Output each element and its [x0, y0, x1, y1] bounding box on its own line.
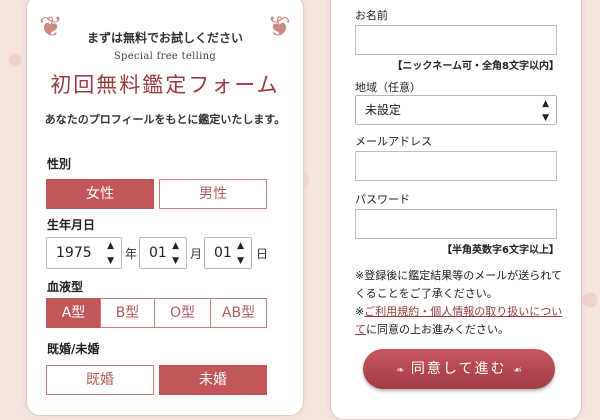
registration-notice: ※登録後に鑑定結果等のメールが送られて くることをご了承ください。 ※ご利用規約… [355, 267, 575, 339]
birth-day-select[interactable]: 01 ▲ ▼ [204, 237, 252, 269]
notice-asterisk: ※ [355, 305, 365, 318]
free-reading-form-panel: ❦ ❦ まずは無料でお試しください Special free telling 初… [26, 0, 304, 416]
password-input[interactable] [355, 209, 557, 239]
day-unit: 日 [256, 247, 269, 261]
promo-heading: まずは無料でお試しください [86, 31, 243, 45]
name-input[interactable] [355, 25, 557, 55]
terms-privacy-link-cont[interactable]: て [355, 323, 366, 336]
ornament-left-icon: ❧ [396, 365, 405, 376]
agree-and-proceed-button[interactable]: ❧ 同意して進む ☙ [363, 349, 555, 389]
region-select[interactable]: 未設定 ▲ ▼ [355, 95, 557, 125]
select-arrows-icon: ▲ ▼ [542, 99, 549, 123]
form-title: 初回無料鑑定フォーム [50, 73, 280, 97]
name-label: お名前 [355, 9, 388, 22]
blood-type-option-o[interactable]: O型 [154, 298, 211, 328]
gender-option-male[interactable]: 男性 [159, 179, 267, 209]
blood-type-option-a[interactable]: A型 [46, 298, 101, 328]
year-unit: 年 [125, 247, 138, 261]
password-note: 【半角英数字6文字以上】 [442, 245, 559, 256]
email-label: メールアドレス [355, 135, 432, 148]
notice-line-2: くることをご了承ください。 [355, 287, 498, 300]
notice-agree-text: に同意の上お進みください。 [366, 323, 509, 336]
select-arrows-icon: ▲ ▼ [237, 241, 244, 266]
gender-option-female[interactable]: 女性 [46, 179, 154, 209]
birth-year-select[interactable]: 1975 ▲ ▼ [46, 237, 122, 269]
notice-line-1: ※登録後に鑑定結果等のメールが送られて [355, 269, 562, 282]
promo-subtitle: Special free telling [113, 51, 217, 62]
marital-status-label: 既婚/未婚 [47, 342, 100, 356]
region-value: 未設定 [365, 103, 402, 117]
gender-label: 性別 [47, 157, 72, 171]
marital-option-single[interactable]: 未婚 [159, 365, 267, 395]
blood-type-label: 血液型 [47, 280, 84, 294]
region-label: 地域（任意） [355, 81, 421, 94]
notice-line-4: てに同意の上お進みください。 [355, 321, 575, 339]
submit-label: 同意して進む [410, 361, 507, 377]
notice-line-3: ※ご利用規約・個人情報の取り扱いについ [355, 303, 575, 321]
registration-form-panel: お名前 【ニックネーム可・全角8文字以内】 地域（任意） 未設定 ▲ ▼ メールア… [330, 0, 582, 420]
email-input[interactable] [355, 151, 557, 181]
select-arrows-icon: ▲ ▼ [107, 241, 114, 266]
birth-year-value: 1975 [56, 245, 92, 261]
marital-option-married[interactable]: 既婚 [46, 365, 154, 395]
birth-month-value: 01 [149, 245, 167, 261]
ornament-right-icon: ☙ [512, 365, 522, 376]
birth-month-select[interactable]: 01 ▲ ▼ [139, 237, 187, 269]
birthdate-label: 生年月日 [47, 218, 96, 232]
month-unit: 月 [190, 247, 203, 261]
blood-type-option-b[interactable]: B型 [100, 298, 155, 328]
select-arrows-icon: ▲ ▼ [172, 241, 179, 266]
form-intro: あなたのプロフィールをもとに鑑定いたします。 [44, 113, 286, 126]
birth-day-value: 01 [214, 245, 232, 261]
blood-type-option-ab[interactable]: AB型 [210, 298, 267, 328]
password-label: パスワード [355, 193, 410, 206]
terms-privacy-link[interactable]: ご利用規約・個人情報の取り扱いについ [364, 305, 562, 318]
name-note: 【ニックネーム可・全角8文字以内】 [392, 61, 559, 72]
